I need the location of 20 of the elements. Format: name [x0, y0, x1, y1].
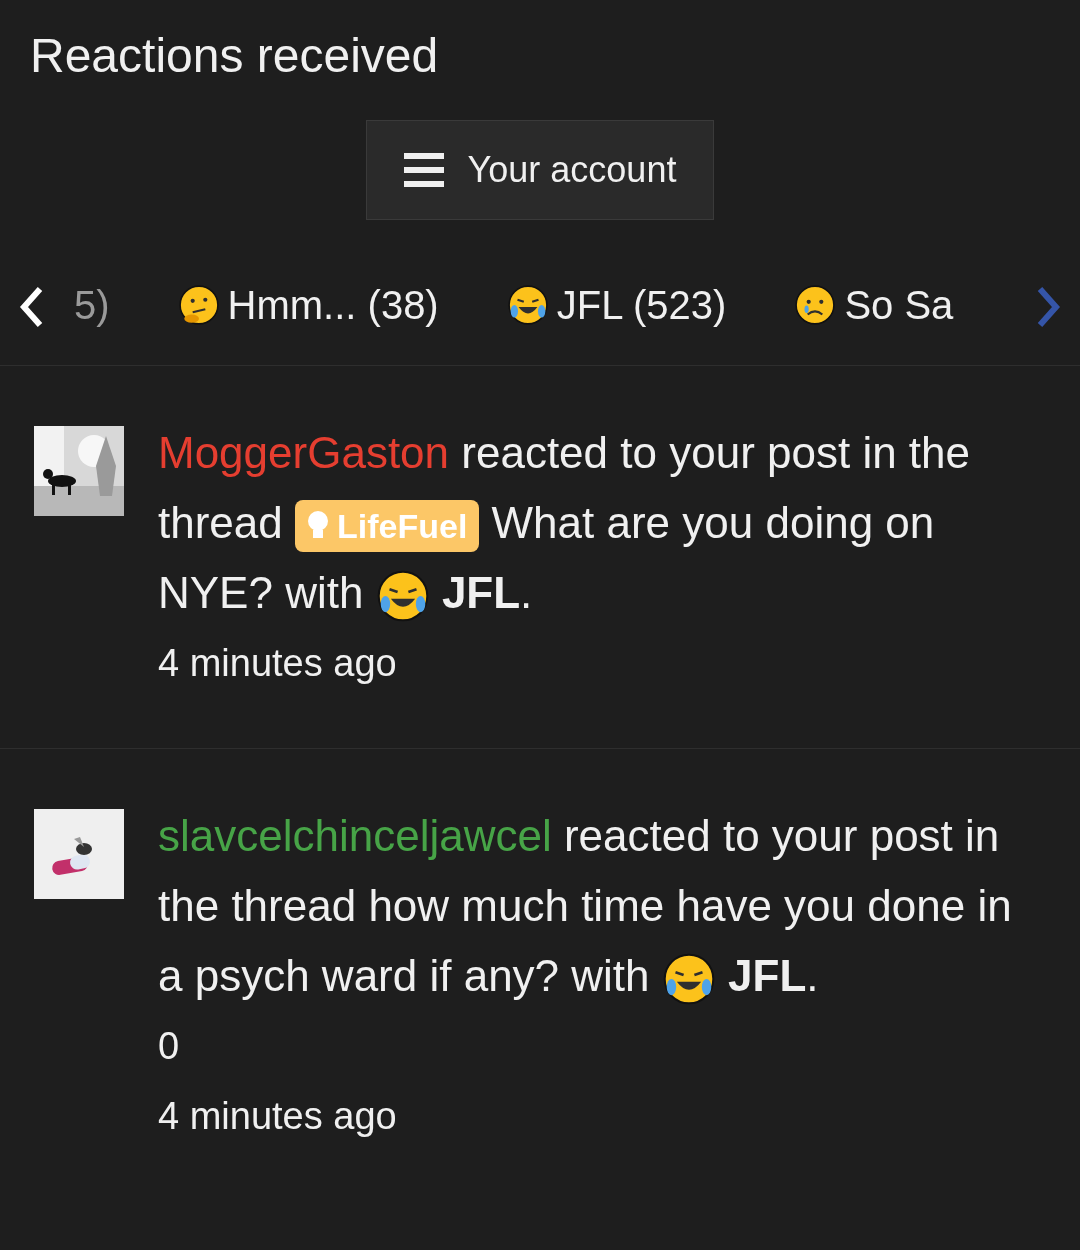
alert-time: 4 minutes ago — [158, 1094, 397, 1139]
username-link[interactable]: slavcelchinceljawcel — [158, 811, 552, 860]
reaction-tab[interactable]: Hmm... (38) — [177, 266, 439, 347]
laughing-emoji-icon — [661, 952, 716, 1007]
reaction-tab[interactable]: 5) — [74, 266, 110, 347]
menu-icon — [403, 153, 444, 187]
username-link[interactable]: MoggerGaston — [158, 428, 450, 477]
alert-time: 4 minutes ago — [158, 641, 397, 686]
alert-count: 0 — [158, 1024, 180, 1069]
reaction-tab[interactable]: So Sa — [794, 266, 954, 347]
laughing-emoji-icon — [375, 569, 430, 624]
alert-message: slavcelchinceljawcel reacted to your post in the thread how much time have you done in a psych ward if any? with JFL. — [158, 801, 1040, 1011]
alert-message: MoggerGaston reacted to your post in the thread LifeFuel What are you doing on NYE? with JFL. — [158, 418, 1040, 628]
reaction-tab[interactable]: JFL (523) — [506, 266, 727, 347]
sad-emoji-icon — [794, 283, 837, 326]
page-title: Reactions received — [29, 28, 439, 80]
prefix-tag: LifeFuel — [295, 500, 480, 553]
laughing-emoji-icon — [506, 283, 549, 326]
thinking-emoji-icon — [177, 283, 220, 326]
account-menu-button[interactable]: Your account — [366, 120, 714, 220]
